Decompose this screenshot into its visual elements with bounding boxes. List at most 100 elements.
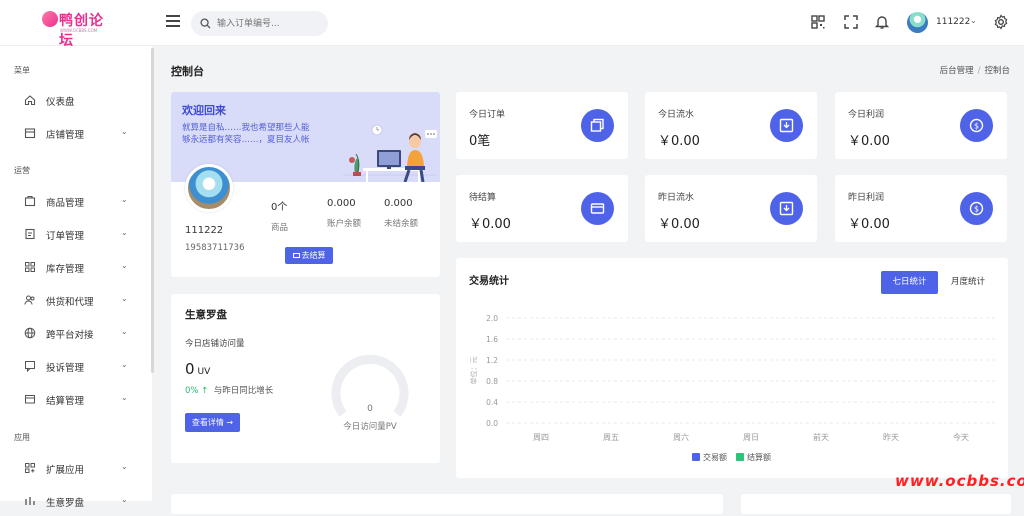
sidebar-item-compass[interactable]: 生意罗盘 ⌄: [0, 486, 150, 516]
page-title: 控制台: [171, 65, 204, 78]
sidebar-item-settlement[interactable]: 结算管理 ⌄: [0, 384, 150, 414]
home-icon: [24, 95, 36, 106]
compass-visits-value: 0 UV: [185, 360, 210, 378]
breadcrumb-item-console: 控制台: [984, 66, 1010, 76]
welcome-message: 就算是自私……我也希望那些人能够永远都有笑容……，夏目友人帐: [182, 123, 310, 145]
supply-icon: [24, 295, 35, 305]
profile-phone: 19583711736: [185, 243, 245, 253]
tab-seven-days[interactable]: 七日统计: [881, 271, 938, 294]
sidebar-item-label: 跨平台对接: [46, 330, 94, 341]
bell-icon[interactable]: [874, 14, 890, 30]
stat-card-yesterday-flow: 昨日流水 ￥0.00: [645, 175, 817, 242]
chevron-down-icon: ⌄: [121, 261, 128, 270]
chevron-down-icon: ⌄: [121, 393, 128, 402]
logo-subtext: WWW.OCBBS.COM: [60, 28, 98, 33]
tab-monthly[interactable]: 月度统计: [942, 271, 994, 294]
sidebar-item-label: 生意罗盘: [46, 498, 85, 509]
sidebar-item-inventory[interactable]: 库存管理 ⌄: [0, 252, 150, 282]
sidebar-group-app: 应用: [14, 433, 30, 442]
search-input[interactable]: [217, 14, 321, 33]
sidebar-item-label: 供货和代理: [46, 297, 94, 308]
chevron-down-icon: ⌄: [121, 127, 128, 136]
sidebar-group-menu: 菜单: [14, 66, 30, 75]
top-bar: 鸭创论坛 WWW.OCBBS.COM 111222 ⌄: [0, 0, 1024, 49]
fullscreen-icon[interactable]: [843, 14, 859, 30]
sidebar-item-supply[interactable]: 供货和代理 ⌄: [0, 285, 150, 315]
stat-card-value: ￥0.00: [848, 134, 890, 149]
site-logo[interactable]: 鸭创论坛 WWW.OCBBS.COM: [42, 9, 116, 49]
chevron-down-icon: ⌄: [121, 495, 128, 504]
sidebar-item-label: 投诉管理: [46, 363, 85, 374]
welcome-title: 欢迎回来: [182, 104, 226, 117]
view-details-button[interactable]: 查看详情 →: [185, 413, 240, 432]
y-tick-label: 0.4: [486, 398, 498, 407]
qrcode-icon[interactable]: [810, 14, 826, 30]
gauge-value: 0: [367, 404, 373, 414]
stat-label: 商品: [271, 223, 289, 233]
sidebar-item-label: 库存管理: [46, 264, 85, 275]
complaint-icon: [25, 361, 35, 372]
chevron-down-icon: ⌄: [121, 228, 128, 237]
inbox-icon: [770, 192, 803, 225]
trade-chart: 0.0 0.4 0.8 1.2 1.6 2.0 单位：元周四 周五 周六 周日 前天 昨天 今天交易额 结…: [469, 314, 996, 462]
stat-card-today-profit: 今日利润 ￥0.00 $: [835, 92, 1007, 159]
y-tick-label: 0.8: [486, 377, 498, 386]
menu-toggle-icon[interactable]: [166, 15, 180, 29]
svg-text:$: $: [974, 205, 979, 214]
legend-swatch: [736, 453, 744, 461]
sidebar-item-label: 结算管理: [46, 396, 85, 407]
bottom-card-left: [171, 494, 723, 514]
x-tick-label: 今天: [953, 432, 969, 442]
sidebar-scrollbar[interactable]: [151, 48, 154, 373]
card-icon: [292, 253, 300, 258]
breadcrumb-separator: /: [977, 66, 981, 76]
inbox-icon: [770, 109, 803, 142]
visits-number: 0: [185, 360, 195, 378]
goods-icon: [24, 195, 36, 207]
chevron-down-icon[interactable]: ⌄: [970, 16, 977, 25]
bottom-card-right: [741, 494, 1011, 514]
stat-card-today-orders: 今日订单 0笔: [456, 92, 628, 159]
search-box: [191, 11, 328, 36]
gear-icon[interactable]: [993, 14, 1009, 30]
sidebar-item-complaints[interactable]: 投诉管理 ⌄: [0, 351, 150, 381]
sidebar-item-goods[interactable]: 商品管理 ⌄: [0, 186, 150, 216]
stat-card-value: ￥0.00: [469, 217, 511, 232]
sidebar-item-orders[interactable]: 订单管理 ⌄: [0, 219, 150, 249]
sidebar-item-label: 仪表盘: [46, 97, 75, 108]
stat-card-value: ￥0.00: [848, 217, 890, 232]
sidebar-item-label: 店铺管理: [46, 130, 85, 141]
sidebar-item-extensions[interactable]: 扩展应用 ⌄: [0, 453, 150, 483]
breadcrumb-item-admin[interactable]: 后台管理: [940, 66, 974, 76]
watermark: www.ocbbs.com: [895, 472, 1024, 490]
stat-card-value: ￥0.00: [658, 217, 700, 232]
growth-text: 与昨日同比增长: [213, 386, 274, 396]
x-tick-label: 周四: [533, 433, 549, 442]
business-compass-card: 生意罗盘 今日店铺访问量 0 UV 0% ↑ 与昨日同比增长 查看详情 → 0 今…: [171, 294, 440, 463]
profile-avatar[interactable]: [185, 164, 233, 212]
stat-goods: 0个 商品: [271, 198, 288, 233]
sidebar-item-label: 扩展应用: [46, 465, 85, 476]
compass-visits-label: 今日店铺访问量: [185, 339, 245, 349]
stat-card-yesterday-profit: 昨日利润 ￥0.00 $: [835, 175, 1007, 242]
welcome-card: 欢迎回来 就算是自私……我也希望那些人能够永远都有笑容……，夏目友人帐 1112…: [171, 92, 440, 277]
sidebar-item-dashboard[interactable]: 仪表盘: [0, 85, 150, 115]
sidebar-item-store[interactable]: 店铺管理 ⌄: [0, 118, 150, 148]
sidebar-item-crossplatform[interactable]: 跨平台对接 ⌄: [0, 318, 150, 348]
stat-label: 账户余额: [327, 219, 362, 229]
sidebar-item-label: 订单管理: [46, 231, 85, 242]
card-icon: [581, 192, 614, 225]
stat-card-label: 待结算: [469, 193, 497, 203]
x-tick-label: 周六: [673, 432, 689, 442]
stat-card-label: 今日利润: [848, 110, 885, 120]
sidebar-item-label: 商品管理: [46, 198, 85, 209]
settle-button[interactable]: 去结算: [285, 247, 333, 264]
store-icon: [24, 128, 36, 139]
legend-swatch: [692, 453, 700, 461]
user-name[interactable]: 111222: [936, 17, 970, 27]
stat-card-today-flow: 今日流水 ￥0.00: [645, 92, 817, 159]
x-tick-label: 昨天: [883, 432, 899, 442]
user-avatar[interactable]: [907, 12, 928, 33]
main-content: 控制台 后台管理 / 控制台 欢迎回来 就算是自私……我也希望那些人能够永远都有笑容…: [156, 47, 1024, 514]
profile-username: 111222: [185, 225, 224, 236]
